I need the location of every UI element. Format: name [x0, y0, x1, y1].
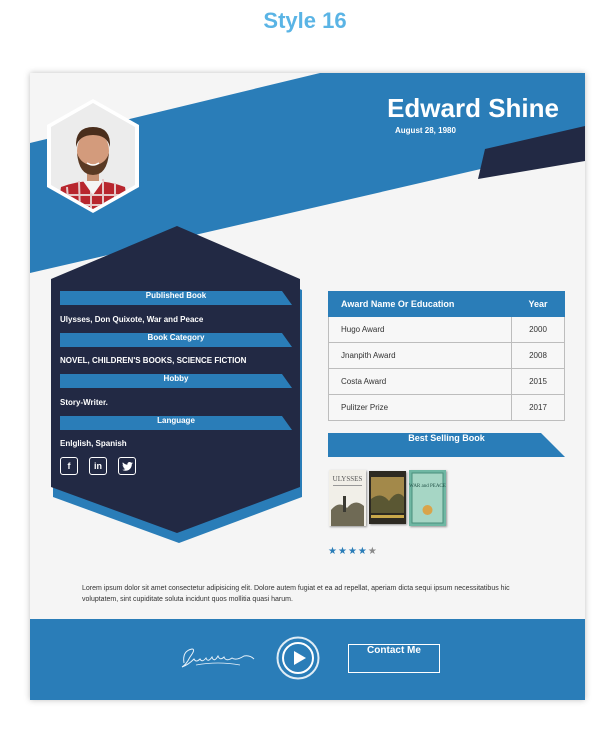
section-published-book-value: Ulysses, Don Quixote, War and Peace — [60, 315, 204, 324]
section-label: Book Category — [147, 333, 205, 342]
table-row: Costa Award 2015 — [328, 368, 565, 395]
award-year: 2015 — [511, 368, 565, 395]
footer-bar: Contact Me — [30, 619, 585, 700]
table-row: Hugo Award 2000 — [328, 316, 565, 343]
award-name: Jnanpith Award — [328, 342, 512, 369]
section-book-category-value: NOVEL, CHILDREN'S BOOKS, SCIENCE FICTION — [60, 356, 247, 365]
page-title: Style 16 — [263, 8, 347, 33]
section-label: Language — [157, 416, 195, 425]
award-name: Hugo Award — [328, 316, 512, 343]
table-row: Pulitzer Prize 2017 — [328, 394, 565, 421]
star-icon: ★ — [347, 546, 358, 557]
award-year: 2017 — [511, 394, 565, 421]
book-cover-war-and-peace[interactable]: WAR and PEACE — [409, 470, 446, 526]
star-icon: ★ — [337, 546, 348, 557]
section-language-header: Language — [60, 416, 292, 430]
avatar — [47, 99, 139, 213]
section-published-book-header: Published Book — [60, 291, 292, 305]
best-selling-header: Best Selling Book — [328, 433, 565, 457]
section-label: Hobby — [163, 374, 189, 383]
table-row: Jnanpith Award 2008 — [328, 342, 565, 369]
star-icon: ★ — [357, 546, 368, 557]
contact-me-button[interactable]: Contact Me — [348, 644, 440, 673]
twitter-icon[interactable] — [118, 457, 136, 475]
awards-table: Award Name Or Education Year Hugo Award … — [328, 291, 565, 421]
star-icon: ★ — [367, 546, 378, 557]
play-icon — [294, 651, 306, 665]
book-title: ULYSSES — [333, 475, 363, 483]
description-text: Lorem ipsum dolor sit amet consectetur a… — [82, 585, 510, 603]
profile-name: Edward Shine — [387, 93, 559, 123]
award-column-header: Award Name Or Education — [328, 291, 512, 317]
signature-image — [181, 648, 255, 668]
section-hobby-value: Story-Writer. — [60, 398, 108, 407]
best-selling-label: Best Selling Book — [408, 433, 485, 443]
award-name: Costa Award — [328, 368, 512, 395]
year-column-header: Year — [511, 291, 565, 317]
book-cover-ulysses[interactable]: ULYSSES — [329, 470, 366, 526]
play-button[interactable] — [276, 636, 320, 680]
award-year: 2000 — [511, 316, 565, 343]
rating-stars: ★★★★★ — [328, 546, 378, 557]
section-label: Published Book — [145, 291, 207, 300]
book-cover-don-quixote[interactable] — [369, 471, 406, 524]
section-book-category-header: Book Category — [60, 333, 292, 347]
award-name: Pulitzer Prize — [328, 394, 512, 421]
profile-dob: August 28, 1980 — [395, 126, 456, 135]
award-year: 2008 — [511, 342, 565, 369]
table-header-row: Award Name Or Education Year — [328, 291, 565, 317]
resume-card: Edward Shine August 28, 1980 Published B… — [30, 73, 585, 700]
section-language-value: Enlglish, Spanish — [60, 439, 127, 448]
linkedin-icon[interactable]: in — [89, 457, 107, 475]
star-icon: ★ — [328, 546, 338, 557]
section-hobby-header: Hobby — [60, 374, 292, 388]
facebook-icon[interactable]: f — [60, 457, 78, 475]
book-title: WAR and PEACE — [409, 484, 446, 489]
